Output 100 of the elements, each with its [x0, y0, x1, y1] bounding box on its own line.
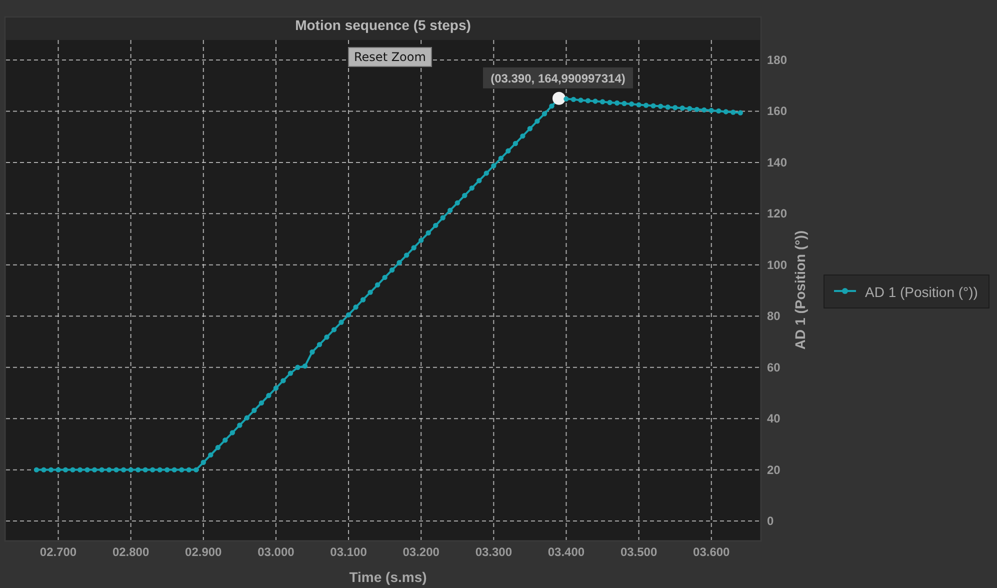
- data-point: [368, 290, 373, 295]
- data-point: [316, 342, 322, 348]
- data-point: [194, 467, 199, 472]
- data-point: [172, 467, 177, 472]
- data-point: [702, 107, 707, 113]
- data-point: [135, 467, 141, 472]
- data-point: [114, 467, 119, 472]
- data-point: [433, 222, 438, 228]
- axis-tick-label: 40: [767, 412, 780, 426]
- data-point: [230, 430, 236, 436]
- data-point: [396, 260, 402, 266]
- data-point: [288, 370, 294, 376]
- data-point: [687, 106, 692, 112]
- legend-label[interactable]: AD 1 (Position (°)): [865, 284, 978, 300]
- data-point: [164, 467, 170, 472]
- data-point: [484, 170, 489, 176]
- data-point: [252, 408, 257, 413]
- y-axis-title: AD 1 (Position (°)): [792, 230, 808, 350]
- chart-title: Motion sequence (5 steps): [295, 17, 471, 33]
- data-point: [77, 467, 83, 472]
- data-point: [585, 98, 591, 104]
- axis-tick-label: 03.000: [258, 545, 294, 559]
- data-point: [564, 96, 569, 102]
- data-point: [672, 105, 678, 110]
- axis-tick-label: 03.200: [402, 545, 440, 559]
- data-point: [506, 148, 511, 154]
- data-point: [280, 378, 286, 384]
- data-point: [128, 467, 134, 472]
- reset-zoom-button[interactable]: Reset Zoom: [348, 47, 432, 67]
- data-point: [680, 106, 685, 111]
- data-point: [62, 467, 68, 472]
- data-point: [200, 460, 206, 465]
- axis-tick-label: 100: [767, 258, 788, 272]
- data-point: [215, 444, 220, 450]
- data-point: [592, 98, 598, 104]
- data-point: [643, 102, 649, 108]
- data-point: [658, 104, 664, 109]
- data-point: [665, 104, 670, 110]
- axis-tick-label: 180: [767, 52, 788, 67]
- legend-line-icon: [834, 288, 856, 294]
- data-point: [738, 110, 743, 116]
- data-point: [208, 452, 214, 458]
- annotation: (03.390, 164,990997314): [490, 71, 626, 86]
- tooltip: (03.390, 164,990997314): [482, 67, 633, 88]
- data-point: [600, 99, 606, 104]
- axis-tick-label: 02.700: [40, 545, 77, 559]
- data-point: [353, 304, 358, 310]
- data-point: [92, 467, 98, 472]
- data-point: [570, 96, 576, 102]
- data-point: [142, 467, 148, 472]
- data-point: [426, 230, 431, 236]
- data-point: [578, 98, 584, 103]
- data-point: [374, 282, 380, 288]
- data-point: [448, 208, 453, 213]
- data-point: [498, 156, 504, 161]
- data-point: [382, 274, 388, 280]
- data-point: [454, 200, 460, 206]
- data-point: [222, 438, 228, 443]
- data-point: [520, 133, 526, 139]
- axis-tick-label: 60: [767, 360, 780, 374]
- data-point: [346, 312, 352, 318]
- data-point: [628, 101, 634, 107]
- data-point: [622, 100, 627, 106]
- axis-tick-label: 03.300: [475, 545, 512, 559]
- data-point: [150, 467, 156, 472]
- data-point: [440, 215, 446, 220]
- data-point: [512, 140, 518, 146]
- data-point: [310, 349, 315, 355]
- data-point: [411, 245, 416, 250]
- data-point: [34, 467, 40, 472]
- data-point: [462, 192, 468, 198]
- data-point: [730, 110, 736, 115]
- data-point: [636, 102, 642, 108]
- data-point: [694, 106, 700, 112]
- data-point: [273, 386, 279, 391]
- data-point: [542, 111, 548, 116]
- data-point: [527, 126, 533, 132]
- data-point: [723, 109, 728, 114]
- data-point: [120, 467, 126, 472]
- data-point: [476, 178, 482, 184]
- data-point: [614, 100, 620, 106]
- axis-tick-label: 03.400: [548, 545, 585, 559]
- data-point: [331, 327, 337, 332]
- data-point: [491, 163, 496, 168]
- axis-tick-label: 03.100: [330, 545, 367, 559]
- data-point: [186, 467, 192, 472]
- x-axis-title: Time (s.ms): [349, 569, 427, 585]
- axis-tick-label: 02.800: [112, 545, 150, 559]
- data-point: [650, 103, 656, 108]
- data-point: [258, 400, 264, 406]
- data-point: [70, 467, 76, 472]
- axis-tick-label: 140: [767, 155, 788, 170]
- data-point: [549, 103, 554, 109]
- axis-tick-label: 0: [767, 514, 774, 528]
- axis-tick-label: 80: [767, 309, 780, 324]
- data-point: [99, 467, 104, 472]
- data-point: [56, 467, 61, 472]
- data-point: [244, 415, 250, 420]
- data-point: [324, 334, 330, 340]
- axis-tick-label: 120: [767, 206, 788, 221]
